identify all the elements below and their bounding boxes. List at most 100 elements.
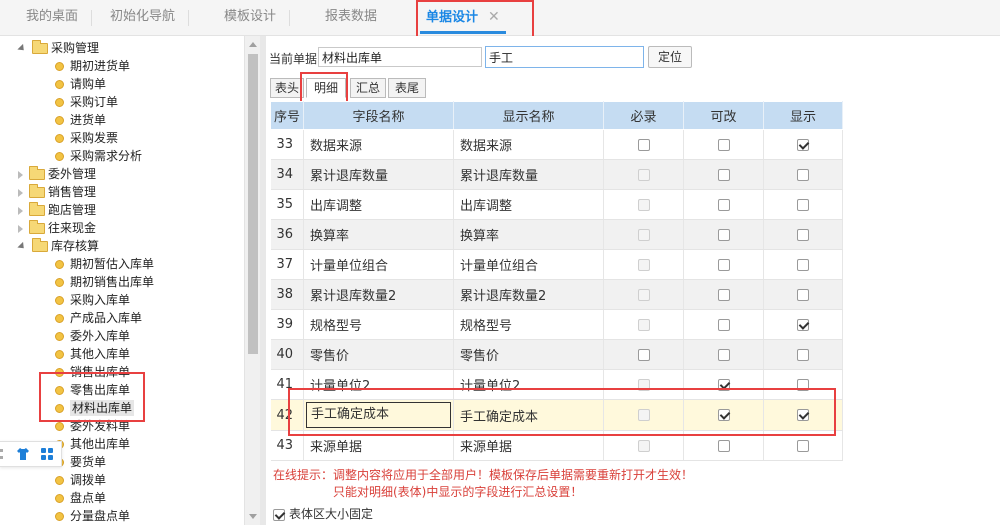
fixed-size-checkbox[interactable] xyxy=(273,508,285,521)
cell-no[interactable]: 43 xyxy=(270,430,304,461)
table-row[interactable]: 40 零售价 零售价 xyxy=(270,339,843,370)
fixed-size-option[interactable]: 表体区大小固定 xyxy=(273,505,373,522)
cell-display[interactable]: 计量单位2 xyxy=(453,369,604,400)
visible-checkbox[interactable] xyxy=(797,378,809,391)
tree-leaf[interactable]: 采购需求分析 xyxy=(55,147,142,165)
tree-leaf[interactable]: 要货单 xyxy=(55,453,106,471)
tree-folder[interactable]: 往来现金 xyxy=(18,219,96,237)
cell-display[interactable]: 计量单位组合 xyxy=(453,249,604,280)
tree-folder[interactable]: 销售管理 xyxy=(18,183,96,201)
scroll-thumb[interactable] xyxy=(248,54,258,354)
tab-header[interactable]: 表头 xyxy=(270,78,304,98)
cell-visible[interactable] xyxy=(763,339,843,370)
table-row[interactable]: 43 来源单据 来源单据 xyxy=(270,430,843,461)
cell-visible[interactable] xyxy=(763,249,843,280)
cell-display[interactable]: 出库调整 xyxy=(453,189,604,220)
cell-editable[interactable] xyxy=(683,369,764,400)
tree-leaf[interactable]: 材料出库单 xyxy=(55,399,135,417)
cell-field[interactable]: 出库调整 xyxy=(303,189,454,220)
current-doc-field[interactable] xyxy=(318,47,482,67)
cell-no[interactable]: 33 xyxy=(270,129,304,160)
visible-checkbox[interactable] xyxy=(797,198,809,211)
tab-summary[interactable]: 汇总 xyxy=(350,78,386,98)
tab-my-desktop[interactable]: 我的桌面 xyxy=(26,0,93,34)
cell-field[interactable]: 规格型号 xyxy=(303,309,454,340)
required-checkbox[interactable] xyxy=(637,258,650,271)
shirt-icon[interactable] xyxy=(16,447,30,461)
table-row[interactable]: 35 出库调整 出库调整 xyxy=(270,189,843,220)
tree-leaf[interactable]: 盘点单 xyxy=(55,489,106,507)
cell-visible[interactable] xyxy=(763,189,843,220)
col-header-field[interactable]: 字段名称 xyxy=(303,101,454,130)
visible-checkbox[interactable] xyxy=(797,409,809,421)
scroll-up-icon[interactable] xyxy=(249,42,257,47)
cell-visible[interactable] xyxy=(763,399,843,431)
table-row[interactable]: 36 换算率 换算率 xyxy=(270,219,843,250)
tree-leaf[interactable]: 请购单 xyxy=(55,75,106,93)
cell-field[interactable]: 计量单位2 xyxy=(303,369,454,400)
required-checkbox[interactable] xyxy=(637,138,650,151)
cell-no[interactable]: 42 xyxy=(270,399,304,431)
tree-leaf[interactable]: 其他出库单 xyxy=(55,435,130,453)
tree-leaf[interactable]: 进货单 xyxy=(55,111,106,129)
cell-display[interactable]: 累计退库数量2 xyxy=(453,279,604,310)
table-row[interactable]: 41 计量单位2 计量单位2 xyxy=(270,369,843,400)
cell-no[interactable]: 36 xyxy=(270,219,304,250)
tree-leaf[interactable]: 采购发票 xyxy=(55,129,118,147)
cell-editable[interactable] xyxy=(683,249,764,280)
required-checkbox[interactable] xyxy=(637,198,650,211)
col-header-display[interactable]: 显示名称 xyxy=(453,101,604,130)
editable-checkbox[interactable] xyxy=(717,439,730,452)
cell-visible[interactable] xyxy=(763,159,843,190)
cell-required[interactable] xyxy=(603,249,684,280)
cell-visible[interactable] xyxy=(763,309,843,340)
required-checkbox[interactable] xyxy=(637,409,650,421)
cell-field[interactable]: 零售价 xyxy=(303,339,454,370)
cell-required[interactable] xyxy=(603,279,684,310)
cell-field[interactable]: 累计退库数量 xyxy=(303,159,454,190)
tab-report-data[interactable]: 报表数据 xyxy=(325,0,377,34)
cell-visible[interactable] xyxy=(763,369,843,400)
cell-required[interactable] xyxy=(603,159,684,190)
visible-checkbox[interactable] xyxy=(797,348,809,361)
tab-detail[interactable]: 明细 xyxy=(306,78,346,98)
expand-arrow-icon[interactable] xyxy=(18,206,23,215)
tree-leaf[interactable]: 产成品入库单 xyxy=(55,309,142,327)
table-row[interactable]: 39 规格型号 规格型号 xyxy=(270,309,843,340)
cell-no[interactable]: 39 xyxy=(270,309,304,340)
cell-required[interactable] xyxy=(603,219,684,250)
cell-display[interactable]: 手工确定成本 xyxy=(453,399,604,431)
cell-required[interactable] xyxy=(603,189,684,220)
col-header-no[interactable]: 序号 xyxy=(270,101,304,130)
cell-display[interactable]: 数据来源 xyxy=(453,129,604,160)
cell-editable[interactable] xyxy=(683,309,764,340)
table-row[interactable]: 33 数据来源 数据来源 xyxy=(270,129,843,160)
tab-footer[interactable]: 表尾 xyxy=(388,78,426,98)
tree-leaf[interactable]: 委外入库单 xyxy=(55,327,130,345)
editable-checkbox[interactable] xyxy=(717,348,730,361)
cell-editable[interactable] xyxy=(683,339,764,370)
tree-leaf[interactable]: 委外发料单 xyxy=(55,417,130,435)
cell-editable[interactable] xyxy=(683,430,764,461)
cell-display[interactable]: 零售价 xyxy=(453,339,604,370)
tree-scrollbar[interactable] xyxy=(244,36,260,525)
expand-arrow-icon[interactable] xyxy=(18,170,23,179)
locate-button[interactable]: 定位 xyxy=(648,46,692,68)
tree-folder[interactable]: 库存核算 xyxy=(17,237,99,255)
scroll-down-icon[interactable] xyxy=(249,514,257,519)
cell-editable[interactable] xyxy=(683,219,764,250)
cell-required[interactable] xyxy=(603,399,684,431)
cell-required[interactable] xyxy=(603,309,684,340)
editable-checkbox[interactable] xyxy=(717,409,730,421)
cell-editable[interactable] xyxy=(683,129,764,160)
cell-visible[interactable] xyxy=(763,219,843,250)
visible-checkbox[interactable] xyxy=(797,228,809,241)
tree-leaf[interactable]: 期初暂估入库单 xyxy=(55,255,154,273)
cell-field[interactable]: 来源单据 xyxy=(303,430,454,461)
required-checkbox[interactable] xyxy=(637,318,650,331)
editable-checkbox[interactable] xyxy=(717,138,730,151)
required-checkbox[interactable] xyxy=(637,228,650,241)
col-header-visible[interactable]: 显示 xyxy=(763,101,843,130)
visible-checkbox[interactable] xyxy=(797,439,809,452)
table-row[interactable]: 34 累计退库数量 累计退库数量 xyxy=(270,159,843,190)
